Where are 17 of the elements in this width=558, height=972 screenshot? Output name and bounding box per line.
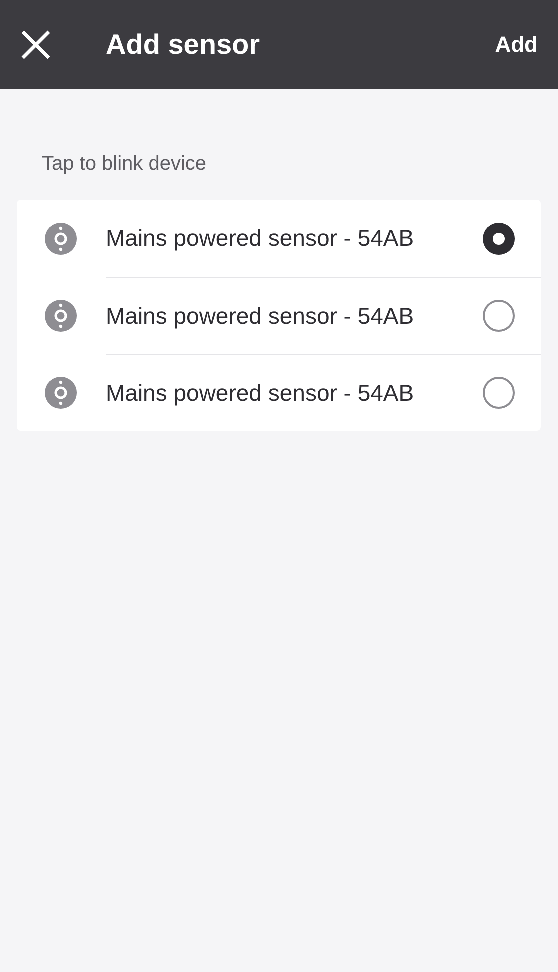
sensor-row[interactable]: Mains powered sensor - 54AB (17, 200, 541, 277)
radio-button[interactable] (483, 300, 515, 332)
screen-title: Add sensor (106, 28, 260, 62)
sensor-icon (45, 376, 77, 408)
sensor-row[interactable]: Mains powered sensor - 54AB (17, 354, 541, 431)
sensor-icon (45, 222, 77, 254)
sensor-name: Mains powered sensor - 54AB (106, 302, 414, 331)
sensor-icon (45, 300, 77, 332)
sensor-row[interactable]: Mains powered sensor - 54AB (17, 277, 541, 354)
radio-button[interactable] (483, 377, 515, 409)
section-label: Tap to blink device (41, 152, 208, 177)
add-button[interactable]: Add (495, 28, 538, 61)
close-button[interactable] (20, 28, 52, 60)
radio-button[interactable] (483, 222, 515, 254)
sensor-name: Mains powered sensor - 54AB (106, 378, 414, 408)
close-icon (21, 30, 51, 60)
sensor-name: Mains powered sensor - 54AB (106, 224, 414, 254)
